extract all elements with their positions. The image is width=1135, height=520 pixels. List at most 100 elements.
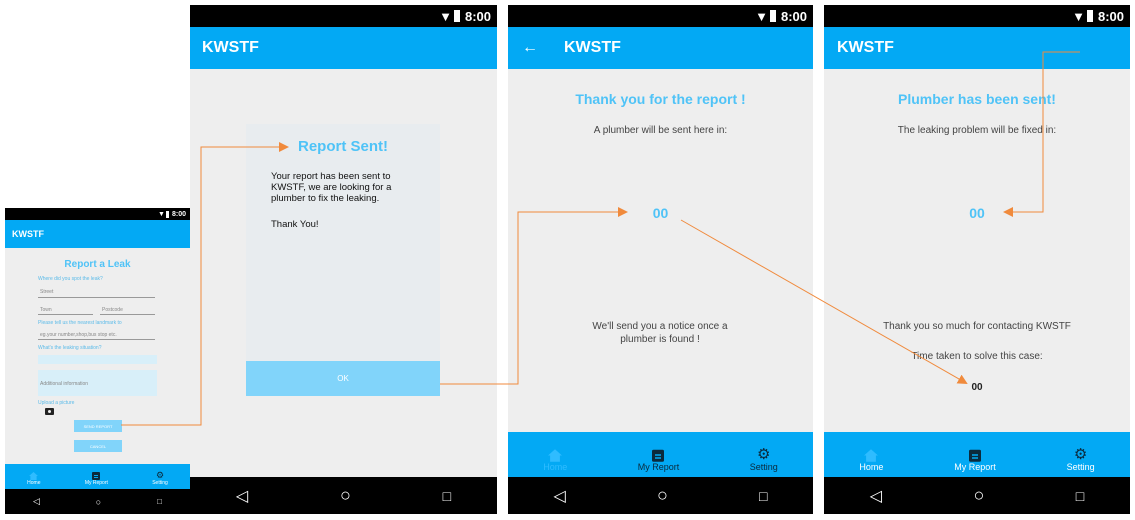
form-title: Report a Leak bbox=[64, 259, 131, 270]
nav-home[interactable]: Home bbox=[543, 449, 567, 472]
status-time: 8:00 bbox=[464, 8, 491, 24]
street-underline bbox=[38, 297, 155, 298]
camera-icon[interactable] bbox=[45, 408, 54, 415]
back-icon[interactable]: ◁ bbox=[870, 486, 882, 506]
app-bar: KWSTF bbox=[824, 27, 1130, 69]
nav-my-report[interactable]: My Report bbox=[85, 471, 108, 486]
dialog-title: Report Sent! bbox=[298, 138, 388, 155]
nav-setting[interactable]: ⚙ Setting bbox=[750, 447, 778, 472]
thank-you-subtitle: A plumber will be sent here in: bbox=[593, 125, 728, 136]
bottom-nav: Home My Report ⚙ Setting bbox=[824, 432, 1130, 477]
nav-home-label: Home bbox=[543, 462, 568, 472]
app-bar: ← KWSTF bbox=[508, 27, 813, 69]
status-bar: ▼ 8:00 bbox=[508, 5, 813, 27]
time-taken-label: Time taken to solve this case: bbox=[911, 351, 1043, 362]
system-nav-bar: ◁ ○ □ bbox=[5, 489, 190, 514]
screen-report-sent: ▼ 8:00 KWSTF Report Sent! Your report ha… bbox=[190, 5, 497, 514]
postcode-underline bbox=[100, 314, 155, 315]
situation-field[interactable] bbox=[38, 355, 157, 364]
where-label: Where did you spot the leak? bbox=[38, 276, 103, 282]
town-input[interactable]: Town bbox=[40, 307, 52, 313]
recents-icon[interactable]: □ bbox=[1076, 488, 1084, 504]
status-bar: ▼ 8:00 bbox=[190, 5, 497, 27]
nav-my-report[interactable]: My Report bbox=[954, 448, 996, 472]
landmark-label: Please tell us the nearest landmark to bbox=[38, 320, 122, 326]
nav-setting-label: Setting bbox=[749, 462, 778, 472]
fix-countdown-value: 00 bbox=[969, 205, 985, 221]
nav-my-report-label: My Report bbox=[954, 462, 996, 472]
back-icon[interactable]: ◁ bbox=[33, 496, 40, 507]
additional-info-placeholder: Additional information bbox=[40, 381, 89, 387]
gear-icon: ⚙ bbox=[155, 470, 165, 480]
nav-my-report-label: My Report bbox=[637, 462, 680, 472]
back-icon[interactable]: ◁ bbox=[554, 486, 566, 506]
dialog-thanks: Thank You! bbox=[271, 219, 319, 230]
situation-label: What's the leaking situation? bbox=[38, 345, 102, 351]
plumber-sent-subtitle: The leaking problem will be fixed in: bbox=[897, 125, 1057, 136]
bottom-nav: Home My Report ⚙ Setting bbox=[5, 464, 190, 489]
system-nav-bar: ◁ ○ □ bbox=[190, 477, 497, 514]
nav-home-label: Home bbox=[27, 480, 41, 486]
dialog-body: Your report has been sent to KWSTF, we a… bbox=[271, 171, 392, 204]
town-underline bbox=[38, 314, 93, 315]
screen-plumber-sent: ▼ 8:00 KWSTF Plumber has been sent! The … bbox=[824, 5, 1130, 514]
home-circle-icon[interactable]: ○ bbox=[657, 485, 668, 506]
clipboard-icon bbox=[92, 472, 101, 480]
contact-thanks-text: Thank you so much for contacting KWSTF bbox=[883, 321, 1071, 332]
send-report-button[interactable]: SEND REPORT bbox=[74, 420, 122, 432]
gear-icon: ⚙ bbox=[756, 446, 771, 463]
nav-setting[interactable]: ⚙ Setting bbox=[1067, 447, 1095, 472]
back-icon[interactable]: ◁ bbox=[236, 486, 248, 506]
home-circle-icon[interactable]: ○ bbox=[973, 485, 984, 506]
ok-button-label: OK bbox=[337, 374, 349, 383]
upload-label: Upload a picture bbox=[38, 400, 75, 406]
home-circle-icon[interactable]: ○ bbox=[340, 485, 351, 506]
app-bar: KWSTF bbox=[190, 27, 497, 69]
nav-setting-label: Setting bbox=[152, 480, 168, 486]
nav-my-report-label: My Report bbox=[84, 480, 108, 486]
status-bar: ▼ 8:00 bbox=[824, 5, 1130, 27]
recents-icon[interactable]: □ bbox=[759, 488, 767, 504]
app-title: KWSTF bbox=[837, 39, 894, 56]
report-sent-dialog: Report Sent! Your report has been sent t… bbox=[246, 124, 440, 396]
screen-report-form: ▼ 8:00 KWSTF Report a Leak Where did you… bbox=[5, 208, 190, 514]
app-bar: KWSTF bbox=[5, 220, 190, 248]
wifi-icon: ▼ bbox=[1072, 8, 1085, 24]
street-input[interactable]: Street bbox=[40, 289, 53, 295]
wifi-icon: ▼ bbox=[439, 8, 452, 24]
status-time: 8:00 bbox=[171, 210, 186, 218]
battery-icon bbox=[769, 10, 776, 22]
nav-setting[interactable]: ⚙ Setting bbox=[152, 470, 168, 487]
time-taken-value: 00 bbox=[971, 382, 983, 393]
battery-icon bbox=[165, 210, 169, 218]
system-nav-bar: ◁ ○ □ bbox=[508, 477, 813, 514]
nav-home[interactable]: Home bbox=[859, 449, 883, 472]
recents-icon[interactable]: □ bbox=[443, 488, 451, 504]
nav-my-report[interactable]: My Report bbox=[637, 448, 680, 472]
landmark-underline bbox=[38, 339, 155, 340]
back-arrow-icon[interactable]: ← bbox=[522, 39, 538, 57]
countdown-value: 00 bbox=[652, 205, 669, 221]
app-title: KWSTF bbox=[12, 229, 44, 239]
plumber-sent-title: Plumber has been sent! bbox=[898, 91, 1056, 107]
notice-text: We'll send you a notice once a plumber i… bbox=[592, 321, 728, 345]
gear-icon: ⚙ bbox=[1073, 446, 1088, 463]
thank-you-title: Thank you for the report ! bbox=[575, 91, 746, 107]
battery-icon bbox=[453, 10, 460, 22]
status-time: 8:00 bbox=[1097, 8, 1124, 24]
battery-icon bbox=[1086, 10, 1093, 22]
postcode-input[interactable]: Postcode bbox=[102, 307, 123, 313]
cancel-button[interactable]: CANCEL bbox=[74, 440, 122, 452]
status-bar: ▼ 8:00 bbox=[5, 208, 190, 220]
ok-button[interactable]: OK bbox=[246, 361, 440, 396]
status-time: 8:00 bbox=[780, 8, 807, 24]
nav-home-label: Home bbox=[859, 462, 884, 472]
wifi-icon: ▼ bbox=[755, 8, 768, 24]
nav-home[interactable]: Home bbox=[27, 472, 41, 486]
clipboard-icon bbox=[968, 449, 981, 462]
home-circle-icon[interactable]: ○ bbox=[96, 497, 101, 507]
recents-icon[interactable]: □ bbox=[157, 497, 162, 506]
landmark-input[interactable]: eg.your number,shop,bus stop etc. bbox=[40, 332, 117, 338]
clipboard-icon bbox=[652, 449, 665, 462]
additional-info-field[interactable]: Additional information bbox=[38, 370, 157, 396]
